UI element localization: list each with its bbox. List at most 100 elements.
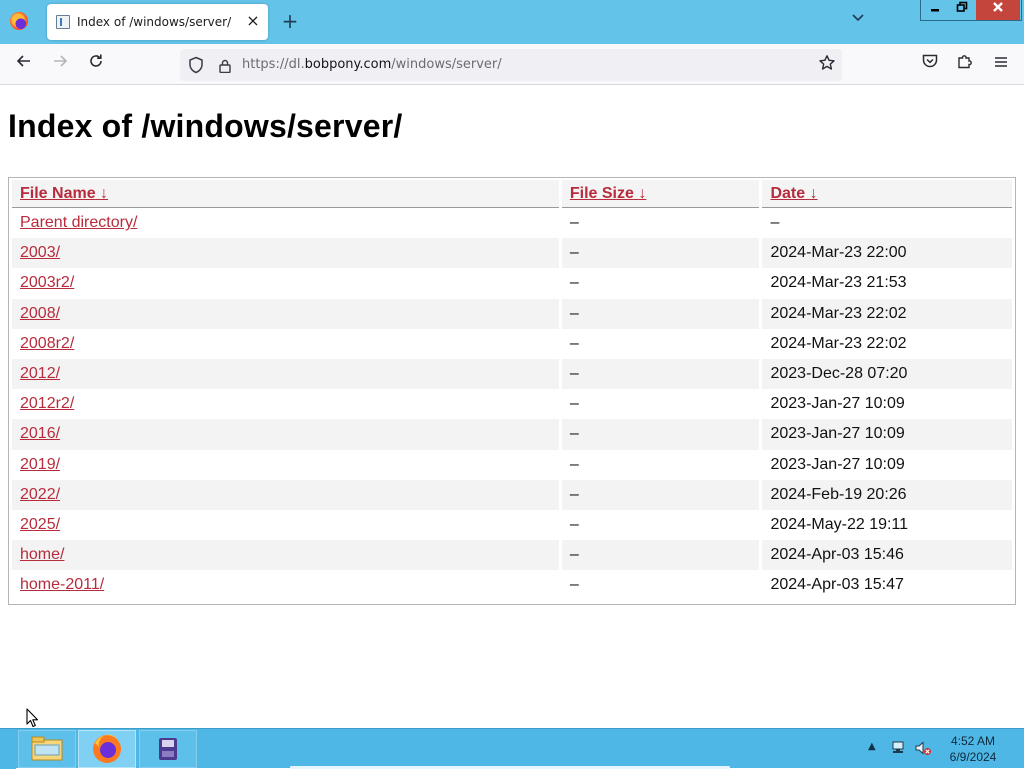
- minimize-button[interactable]: [922, 0, 948, 20]
- firefox-icon[interactable]: [10, 12, 28, 30]
- date-cell: 2024-Mar-23 21:53: [770, 274, 907, 292]
- file-size-cell: –: [569, 576, 579, 594]
- date-cell: 2024-Apr-03 15:47: [770, 576, 904, 594]
- clock-date: 6/9/2024: [949, 750, 997, 764]
- column-header-file-name: File Name ↓: [12, 180, 559, 208]
- url-prefix: https://dl.: [242, 57, 305, 72]
- disk-app-icon[interactable]: [139, 730, 197, 768]
- new-tab-button[interactable]: +: [279, 11, 301, 33]
- date-cell: 2023-Jan-27 10:09: [770, 395, 905, 413]
- table-row: 2022/ –2024-Feb-19 20:26: [12, 479, 1012, 510]
- directory-link[interactable]: 2003/: [20, 244, 60, 261]
- network-icon[interactable]: [890, 739, 908, 757]
- column-header-file-size: File Size ↓: [561, 180, 760, 208]
- table-row: 2012/ –2023-Dec-28 07:20: [12, 358, 1012, 390]
- directory-link[interactable]: 2012r2/: [20, 395, 74, 412]
- sort-by-file-name-link[interactable]: File Name ↓: [20, 185, 108, 202]
- file-name-cell: 2003r2/: [12, 268, 559, 298]
- address-bar[interactable]: https://dl.bobpony.com/windows/server/: [180, 49, 842, 81]
- file-size-cell: –: [561, 298, 760, 329]
- table-header-row: File Name ↓ File Size ↓ Date ↓: [12, 180, 1012, 208]
- directory-link[interactable]: home/: [20, 546, 64, 563]
- file-name-cell: 2012r2/: [12, 389, 559, 419]
- date-cell: 2023-Dec-28 07:20: [762, 358, 1012, 390]
- pocket-icon[interactable]: [917, 52, 943, 78]
- date-cell: 2023-Jan-27 10:09: [762, 419, 1012, 450]
- file-name-cell: 2008/: [12, 298, 559, 329]
- directory-link[interactable]: 2008/: [20, 305, 60, 322]
- file-explorer-icon[interactable]: [18, 730, 76, 768]
- directory-link[interactable]: 2022/: [20, 486, 60, 503]
- file-table: File Name ↓ File Size ↓ Date ↓ Parent di…: [9, 180, 1015, 600]
- date-cell: –: [770, 214, 780, 232]
- table-row: 2003r2/ – 2024-Mar-23 21:53: [12, 268, 1012, 298]
- file-name-cell: 2012/: [12, 358, 559, 390]
- date-cell: 2024-Feb-19 20:26: [762, 479, 1012, 510]
- close-window-button[interactable]: [976, 0, 1020, 20]
- file-size-cell: –: [569, 455, 579, 473]
- file-name-cell: home/: [12, 540, 559, 571]
- file-size-cell: –: [561, 358, 760, 390]
- table-row: 2016/ –2023-Jan-27 10:09: [12, 419, 1012, 450]
- bookmark-star-icon[interactable]: [816, 54, 838, 76]
- date-cell: 2024-Mar-23 22:00: [762, 238, 1012, 269]
- tab-title: Index of /windows/server/: [77, 15, 232, 29]
- date-cell: 2024-Mar-23 22:02: [770, 334, 907, 352]
- file-size-cell: –: [561, 479, 760, 510]
- date-cell: 2024-May-22 19:11: [770, 515, 909, 533]
- firefox-taskbar-icon[interactable]: [78, 730, 136, 768]
- directory-link[interactable]: 2008r2/: [20, 335, 74, 352]
- table-row: 2003/ –2024-Mar-23 22:00: [12, 238, 1012, 269]
- sort-by-date-link[interactable]: Date ↓: [770, 185, 817, 202]
- file-size-cell: –: [569, 515, 579, 533]
- directory-link[interactable]: 2019/: [20, 456, 60, 473]
- file-size-cell: –: [561, 540, 760, 571]
- file-size-cell: –: [561, 419, 760, 450]
- start-button[interactable]: [0, 729, 16, 769]
- table-row: home/ –2024-Apr-03 15:46: [12, 540, 1012, 571]
- table-row: 2008/ –2024-Mar-23 22:02: [12, 298, 1012, 329]
- page-favicon-icon: [56, 15, 70, 29]
- tracking-protection-shield-icon[interactable]: [188, 56, 204, 74]
- file-name-cell: Parent directory/: [12, 208, 559, 238]
- file-name-cell: 2022/: [12, 479, 559, 510]
- hamburger-menu-icon[interactable]: [988, 52, 1014, 78]
- date-cell: 2023-Jan-27 10:09: [770, 455, 905, 473]
- navigation-toolbar: https://dl.bobpony.com/windows/server/: [0, 44, 1024, 85]
- extensions-icon[interactable]: [952, 52, 978, 78]
- forward-arrow-icon[interactable]: [47, 52, 73, 78]
- table-row: home-2011/ – 2024-Apr-03 15:47: [12, 570, 1012, 600]
- date-cell: 2024-Apr-03 15:46: [762, 540, 1012, 571]
- column-header-date: Date ↓: [762, 180, 1012, 208]
- close-tab-icon[interactable]: ×: [243, 11, 263, 31]
- file-name-cell: home-2011/: [12, 570, 559, 600]
- directory-link[interactable]: Parent directory/: [20, 214, 137, 231]
- directory-link[interactable]: 2003r2/: [20, 274, 74, 291]
- volume-muted-icon[interactable]: [914, 739, 932, 757]
- file-name-cell: 2003/: [12, 238, 559, 269]
- table-row: 2008r2/ – 2024-Mar-23 22:02: [12, 329, 1012, 359]
- lock-icon[interactable]: [218, 58, 232, 74]
- system-clock[interactable]: 4:52 AM 6/9/2024: [938, 733, 1008, 765]
- directory-link[interactable]: home-2011/: [20, 576, 104, 593]
- file-name-cell: 2008r2/: [12, 329, 559, 359]
- directory-link[interactable]: 2025/: [20, 516, 60, 533]
- reload-icon[interactable]: [83, 52, 109, 78]
- back-arrow-icon[interactable]: [11, 52, 37, 78]
- windows-taskbar: ▲ 4:52 AM 6/9/2024: [0, 728, 1024, 769]
- show-hidden-icons-arrow-icon[interactable]: ▲: [868, 741, 876, 752]
- restore-button[interactable]: [949, 0, 975, 20]
- mouse-cursor-icon: [26, 708, 40, 728]
- directory-link[interactable]: 2016/: [20, 425, 60, 442]
- file-size-cell: –: [569, 334, 579, 352]
- directory-link[interactable]: 2012/: [20, 365, 60, 382]
- chevron-down-icon[interactable]: [848, 12, 868, 32]
- file-name-cell: 2016/: [12, 419, 559, 450]
- tab-active[interactable]: Index of /windows/server/ ×: [47, 4, 268, 40]
- file-name-cell: 2019/: [12, 450, 559, 480]
- url-text[interactable]: https://dl.bobpony.com/windows/server/: [242, 57, 502, 72]
- sort-by-file-size-link[interactable]: File Size ↓: [570, 185, 646, 202]
- url-host: bobpony.com: [304, 57, 392, 72]
- table-row: 2025/ – 2024-May-22 19:11: [12, 510, 1012, 540]
- file-size-cell: –: [569, 395, 579, 413]
